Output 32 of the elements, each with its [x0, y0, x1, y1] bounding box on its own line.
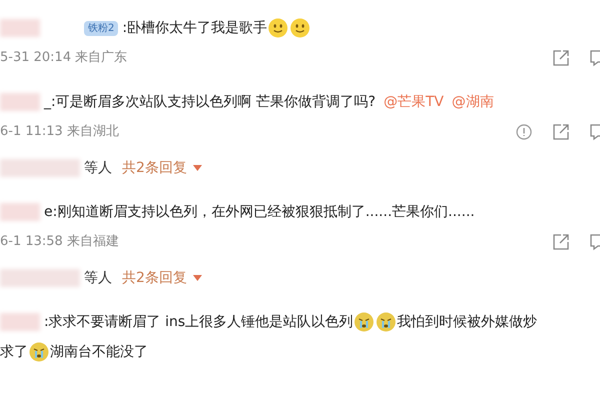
report-icon[interactable] [516, 124, 532, 140]
reply-users: 等人 [84, 158, 112, 178]
caret-icon [192, 165, 202, 171]
blurred-username [0, 313, 40, 331]
comment-time: 6-1 13:58 来自福建 [0, 233, 119, 252]
mention-link[interactable]: @芒果TV [384, 92, 444, 112]
blurred-username [0, 203, 40, 221]
crying-emoji-icon [376, 312, 396, 332]
comment-text: _:可是断眉多次站队支持以色列啊 芒果你做背调了吗? [44, 92, 376, 112]
smiley-emoji-icon [290, 18, 310, 38]
replies-toggle[interactable]: 共2条回复 [122, 268, 202, 288]
comment-time: 6-1 11:13 来自湖北 [0, 123, 119, 142]
share-icon[interactable] [552, 123, 570, 141]
comment-text: 我怕到时候被外媒做炒 [397, 312, 538, 332]
comment-text: :求求不要请断眉了 ins上很多人锤他是站队以色列 [44, 312, 354, 332]
comment-text: e:刚知道断眉支持以色列，在外网已经被狠狠抵制了......芒果你们...... [44, 202, 475, 222]
share-icon[interactable] [552, 49, 570, 67]
crying-emoji-icon [29, 342, 49, 362]
comment-text: :卧槽你太牛了我是歌手 [122, 18, 268, 38]
comment-text: 湖南台不能没了 [50, 342, 148, 362]
blurred-username [0, 93, 40, 111]
share-icon[interactable] [552, 233, 570, 251]
caret-icon [192, 275, 202, 281]
smiley-emoji-icon [268, 18, 288, 38]
comment-text: 求了 [0, 342, 28, 362]
fan-badge: 铁粉2 [84, 20, 118, 36]
mention-link[interactable]: @湖南 [452, 92, 494, 112]
crying-emoji-icon [354, 312, 374, 332]
reply-users: 等人 [84, 268, 112, 288]
blurred-username [0, 19, 40, 37]
comment-time: 5-31 20:14 来自广东 [0, 49, 128, 68]
replies-toggle[interactable]: 共2条回复 [122, 158, 202, 178]
